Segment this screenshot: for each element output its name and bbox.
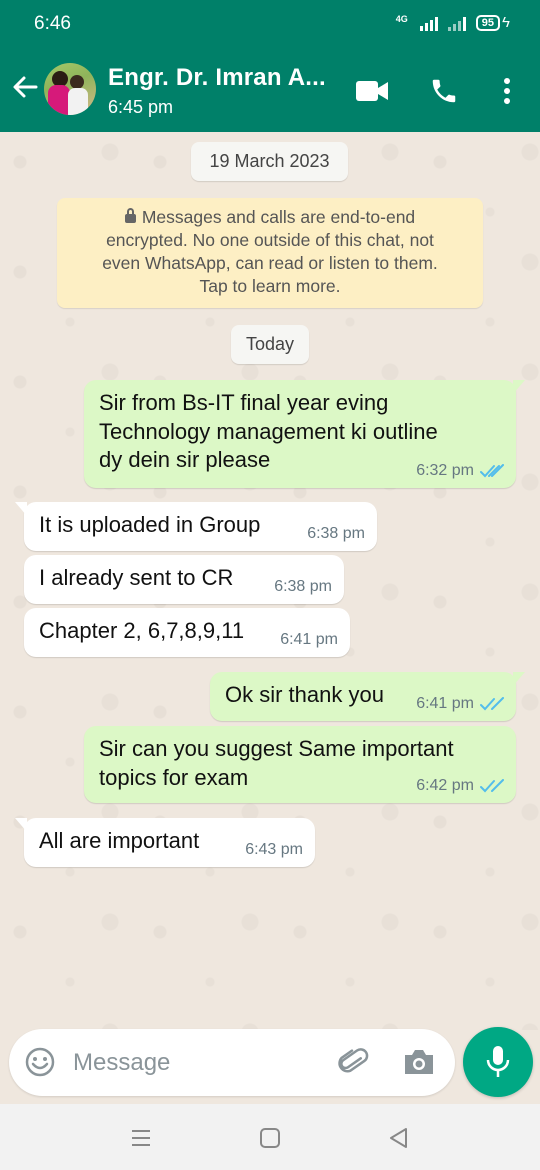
date-chip-today: Today xyxy=(231,325,309,364)
mic-icon xyxy=(486,1046,510,1077)
message-bubble-outgoing[interactable]: Ok sir thank you 6:41 pm xyxy=(210,672,525,721)
lock-icon xyxy=(124,208,136,223)
contact-name[interactable]: Engr. Dr. Imran A... xyxy=(108,64,326,92)
encryption-notice[interactable]: Messages and calls are end-to-end encryp… xyxy=(57,198,483,308)
chat-header: Engr. Dr. Imran A... 6:45 pm xyxy=(0,48,540,132)
back-arrow-icon[interactable] xyxy=(10,72,40,102)
message-bubble-incoming[interactable]: All are important 6:43 pm xyxy=(15,818,315,867)
message-line: Ok sir thank you xyxy=(225,682,384,707)
system-nav-bar xyxy=(0,1104,540,1170)
message-input[interactable]: Message xyxy=(73,1049,170,1077)
emoji-icon[interactable] xyxy=(24,1046,56,1078)
message-line: dy dein sir please xyxy=(99,447,271,472)
message-line: All are important xyxy=(39,828,200,853)
message-line: topics for exam xyxy=(99,764,249,790)
message-meta: 6:38 pm xyxy=(274,578,332,596)
read-ticks-icon xyxy=(480,779,504,793)
message-line: Sir from Bs-IT final year eving xyxy=(99,390,389,415)
message-time: 6:41 pm xyxy=(416,695,474,712)
encryption-line: even WhatsApp, can read or listen to the… xyxy=(102,253,438,273)
voice-call-icon[interactable] xyxy=(429,76,459,106)
message-line: Technology management ki outline xyxy=(99,418,438,444)
message-meta: 6:32 pm xyxy=(416,462,504,480)
read-ticks-icon xyxy=(480,464,504,478)
message-line: Chapter 2, 6,7,8,9,11 xyxy=(39,618,245,643)
network-type: 4G xyxy=(395,14,408,24)
camera-icon[interactable] xyxy=(402,1047,436,1077)
more-vertical-icon[interactable] xyxy=(502,77,512,105)
signal-icon xyxy=(419,15,438,31)
battery-level: 95 xyxy=(475,14,501,31)
battery-icon: 95 ϟ xyxy=(475,14,510,31)
encryption-line: encrypted. No one outside of this chat, … xyxy=(106,230,434,250)
date-chip: 19 March 2023 xyxy=(191,142,348,181)
message-time: 6:32 pm xyxy=(416,462,474,479)
video-call-icon[interactable] xyxy=(355,80,389,102)
status-icons: 4G 95 ϟ xyxy=(396,14,510,31)
message-time: 6:38 pm xyxy=(307,525,365,542)
message-time: 6:38 pm xyxy=(274,578,332,595)
message-bubble-incoming[interactable]: I already sent to CR 6:38 pm xyxy=(24,555,344,604)
message-bubble-outgoing[interactable]: Sir from Bs-IT final year eving Technolo… xyxy=(84,380,525,488)
message-text: Sir from Bs-IT final year eving Technolo… xyxy=(99,389,438,475)
last-seen: 6:45 pm xyxy=(108,97,174,117)
recent-apps-icon[interactable] xyxy=(131,1128,151,1148)
attach-icon[interactable] xyxy=(336,1045,370,1079)
message-time: 6:43 pm xyxy=(245,841,303,858)
home-icon[interactable] xyxy=(259,1127,281,1149)
message-meta: 6:42 pm xyxy=(416,777,504,795)
message-text: Chapter 2, 6,7,8,9,11 xyxy=(39,617,244,646)
message-time: 6:41 pm xyxy=(280,631,338,648)
message-meta: 6:41 pm xyxy=(416,695,504,713)
message-line: Sir can you suggest Same important xyxy=(99,736,454,761)
message-meta: 6:41 pm xyxy=(280,631,338,649)
avatar[interactable] xyxy=(44,63,96,115)
message-bubble-outgoing[interactable]: Sir can you suggest Same important topic… xyxy=(84,726,516,803)
message-line: It is uploaded in Group xyxy=(39,512,261,537)
charging-icon: ϟ xyxy=(502,14,510,31)
message-meta: 6:43 pm xyxy=(245,841,303,859)
mic-button[interactable] xyxy=(463,1027,533,1097)
encryption-line: Tap to learn more. xyxy=(199,276,341,296)
message-composer[interactable]: Message xyxy=(9,1029,455,1096)
message-time: 6:42 pm xyxy=(416,777,474,794)
message-text: It is uploaded in Group xyxy=(39,511,260,540)
signal-2-icon xyxy=(447,15,466,31)
encryption-line: Messages and calls are end-to-end xyxy=(141,207,416,227)
message-bubble-incoming[interactable]: It is uploaded in Group 6:38 pm xyxy=(15,502,377,551)
message-line: I already sent to CR xyxy=(39,565,234,590)
message-text: Ok sir thank you xyxy=(225,681,384,710)
read-ticks-icon xyxy=(480,697,504,711)
message-text: I already sent to CR xyxy=(39,564,233,593)
message-text: Sir can you suggest Same important topic… xyxy=(99,735,454,792)
message-meta: 6:38 pm xyxy=(307,525,365,543)
status-time: 6:46 xyxy=(34,13,71,34)
back-nav-icon[interactable] xyxy=(388,1127,410,1149)
status-bar: 6:46 4G 95 ϟ xyxy=(0,0,540,48)
chat-area[interactable]: 19 March 2023 Messages and calls are end… xyxy=(0,132,540,1030)
message-text: All are important xyxy=(39,827,199,856)
message-bubble-incoming[interactable]: Chapter 2, 6,7,8,9,11 6:41 pm xyxy=(24,608,350,657)
